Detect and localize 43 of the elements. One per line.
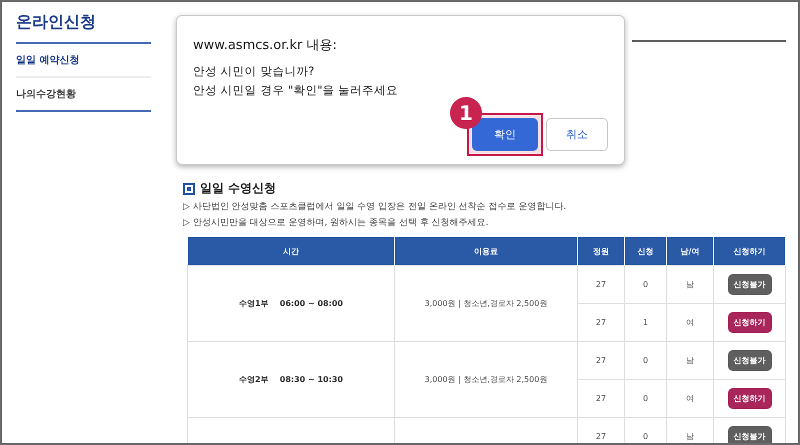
- sidebar-title: 온라인신청: [16, 12, 151, 44]
- dialog-message: 안성 시민이 맞습니까?: [193, 64, 316, 79]
- gender-label: 여: [686, 394, 694, 403]
- gender-label: 여: [686, 318, 694, 327]
- applied-count: 0: [642, 432, 648, 441]
- cancel-button[interactable]: 취소: [546, 118, 608, 151]
- apply-button[interactable]: 신청하기: [728, 312, 772, 333]
- session-time: 수영1부 06:00 ~ 08:00: [239, 299, 343, 308]
- sidebar-item[interactable]: 나의수강현황: [16, 78, 151, 112]
- unavailable-button[interactable]: 신청불가: [728, 426, 772, 443]
- applied-count: 0: [642, 356, 648, 365]
- notice-text: ▷ 안성시민만을 대상으로 운영하며, 원하시는 종목을 선택 후 신청해주세요.: [183, 217, 490, 229]
- fee-text: 3,000원 | 청소년,경로자 2,500원: [424, 375, 548, 384]
- applied-count: 0: [642, 280, 648, 289]
- gender-label: 남: [686, 432, 694, 441]
- fee-text: 3,000원 | 청소년,경로자 2,500원: [424, 299, 548, 308]
- capacity-value: 27: [596, 280, 606, 289]
- column-header: 신청: [624, 237, 666, 266]
- section-title: 일일 수영신청: [200, 180, 276, 197]
- unavailable-button[interactable]: 신청불가: [728, 350, 772, 371]
- dialog-title: www.asmcs.or.kr 내용:: [193, 37, 338, 54]
- square-bullet-icon: [183, 182, 195, 194]
- session-time: 수영2부 08:30 ~ 10:30: [239, 375, 343, 384]
- applied-count: 1: [642, 318, 648, 327]
- capacity-value: 27: [596, 318, 606, 327]
- column-header: 정원: [578, 237, 624, 266]
- step-badge: 1: [450, 97, 482, 129]
- column-header: 이용료: [394, 237, 578, 266]
- column-header: 남/여: [666, 237, 714, 266]
- capacity-value: 27: [596, 394, 606, 403]
- gender-label: 남: [686, 356, 694, 365]
- capacity-value: 27: [596, 356, 606, 365]
- notice-text: ▷ 사단법인 안성맞춤 스포츠클럽에서 일일 수영 입장은 전일 온라인 선착순 접수로 운영합니다.: [183, 201, 568, 213]
- gender-label: 남: [686, 280, 694, 289]
- unavailable-button[interactable]: 신청불가: [728, 274, 772, 295]
- confirm-button[interactable]: 확인: [472, 118, 538, 151]
- apply-button[interactable]: 신청하기: [728, 388, 772, 409]
- dialog-message: 안성 시민일 경우 "확인"을 눌러주세요: [193, 83, 400, 98]
- capacity-value: 27: [596, 432, 606, 441]
- applied-count: 0: [642, 394, 648, 403]
- column-header: 신청하기: [714, 237, 786, 266]
- column-header: 시간: [188, 237, 394, 266]
- sidebar-item[interactable]: 일일 예약신청: [16, 44, 151, 78]
